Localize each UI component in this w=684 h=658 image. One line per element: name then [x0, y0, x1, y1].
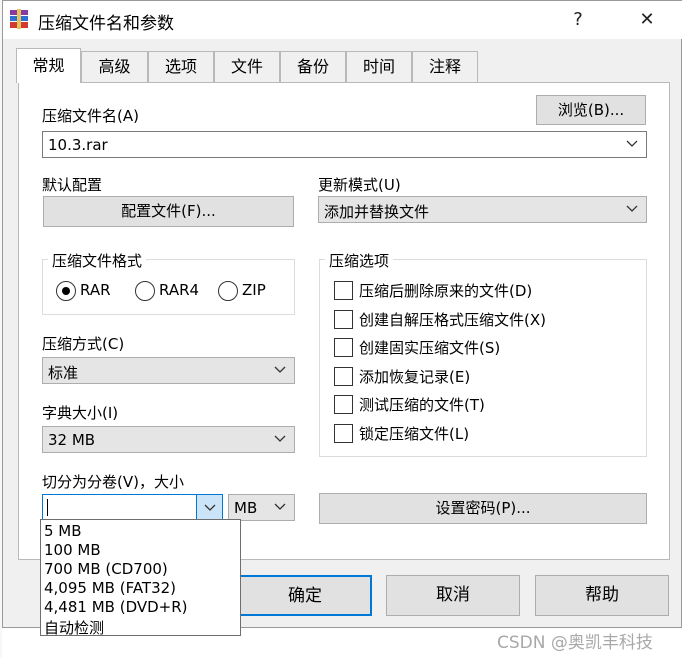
profiles-button[interactable]: 配置文件(F)... — [43, 196, 294, 227]
chevron-down-icon — [274, 366, 286, 373]
checkbox-solid-label[interactable]: 创建固实压缩文件(S) — [359, 337, 500, 358]
checkbox-solid[interactable] — [334, 338, 353, 357]
dropdown-option[interactable]: 700 MB (CD700) — [44, 560, 168, 578]
split-unit-select[interactable]: MB — [228, 494, 295, 521]
profile-label: 默认配置 — [42, 176, 103, 194]
update-mode-select[interactable]: 添加并替换文件 — [318, 196, 647, 223]
radio-rar-label[interactable]: RAR — [80, 281, 111, 299]
split-unit-value: MB — [234, 499, 258, 517]
ok-button[interactable]: 确定 — [238, 575, 372, 616]
tab-general[interactable]: 常规 — [16, 48, 81, 83]
dictionary-value: 32 MB — [48, 431, 96, 449]
watermark-text: CSDN @奥凯丰科技 — [497, 633, 653, 653]
checkbox-delete-after-label[interactable]: 压缩后删除原来的文件(D) — [359, 280, 532, 301]
checkbox-sfx[interactable] — [334, 310, 353, 329]
chevron-down-icon — [274, 435, 286, 442]
dropdown-option[interactable]: 4,481 MB (DVD+R) — [44, 598, 188, 616]
archive-name-combo[interactable]: 10.3.rar — [42, 131, 647, 158]
dictionary-label: 字典大小(I) — [42, 404, 119, 422]
checkbox-recovery[interactable] — [334, 367, 353, 386]
split-label: 切分为分卷(V)，大小 — [42, 473, 184, 491]
chevron-down-icon — [274, 503, 286, 510]
update-mode-value: 添加并替换文件 — [324, 203, 430, 221]
tab-files[interactable]: 文件 — [214, 51, 280, 82]
checkbox-delete-after[interactable] — [334, 281, 353, 300]
dropdown-option[interactable]: 100 MB — [44, 541, 101, 559]
checkbox-test-label[interactable]: 测试压缩的文件(T) — [359, 394, 485, 415]
split-size-combo[interactable] — [42, 494, 223, 521]
radio-rar[interactable] — [56, 281, 76, 301]
winrar-app-icon — [10, 9, 28, 29]
window-title: 压缩文件名和参数 — [38, 14, 174, 34]
checkbox-recovery-label[interactable]: 添加恢复记录(E) — [359, 366, 470, 387]
radio-rar4-label[interactable]: RAR4 — [159, 281, 199, 299]
dropdown-option[interactable]: 5 MB — [44, 522, 82, 540]
dictionary-select[interactable]: 32 MB — [42, 426, 295, 453]
title-bar: 压缩文件名和参数 ? ✕ — [3, 1, 683, 39]
radio-zip[interactable] — [218, 281, 238, 301]
cancel-button[interactable]: 取消 — [386, 575, 520, 616]
archive-name-value: 10.3.rar — [48, 136, 108, 154]
compression-options-group: 压缩选项 压缩后删除原来的文件(D) 创建自解压格式压缩文件(X) 创建固实压缩… — [319, 250, 647, 457]
general-tab-panel: 压缩文件名(A) 浏览(B)... 10.3.rar 默认配置 配置文件(F).… — [18, 82, 670, 560]
browse-button[interactable]: 浏览(B)... — [536, 95, 646, 125]
method-select[interactable]: 标准 — [42, 357, 295, 384]
help-title-button[interactable]: ? — [566, 7, 590, 33]
chevron-down-icon — [626, 205, 638, 212]
chevron-down-icon — [204, 504, 216, 511]
dropdown-option[interactable]: 自动检测 — [44, 617, 104, 638]
split-dropdown-toggle[interactable] — [196, 495, 222, 520]
tab-advanced[interactable]: 高级 — [81, 51, 148, 82]
archive-format-group: 压缩文件格式 RAR RAR4 ZIP — [42, 250, 295, 315]
checkbox-lock[interactable] — [334, 424, 353, 443]
tab-comment[interactable]: 注释 — [412, 51, 478, 82]
split-size-dropdown: 5 MB 100 MB 700 MB (CD700) 4,095 MB (FAT… — [40, 519, 241, 638]
tab-options[interactable]: 选项 — [148, 51, 214, 82]
set-password-button[interactable]: 设置密码(P)... — [319, 493, 647, 524]
tab-backup[interactable]: 备份 — [280, 51, 346, 82]
text-cursor — [47, 499, 48, 516]
update-mode-label: 更新模式(U) — [318, 176, 401, 194]
method-value: 标准 — [48, 364, 79, 382]
help-button[interactable]: 帮助 — [535, 575, 669, 616]
chevron-down-icon — [626, 140, 638, 147]
radio-rar4[interactable] — [135, 281, 155, 301]
tab-time[interactable]: 时间 — [346, 51, 412, 82]
archive-format-title: 压缩文件格式 — [48, 250, 147, 271]
compression-options-title: 压缩选项 — [325, 250, 394, 271]
close-button[interactable]: ✕ — [635, 7, 659, 33]
checkbox-lock-label[interactable]: 锁定压缩文件(L) — [359, 423, 469, 444]
method-label: 压缩方式(C) — [42, 335, 125, 353]
radio-zip-label[interactable]: ZIP — [242, 281, 266, 299]
checkbox-test[interactable] — [334, 395, 353, 414]
dropdown-option[interactable]: 4,095 MB (FAT32) — [44, 579, 176, 597]
archive-name-label: 压缩文件名(A) — [42, 107, 139, 125]
checkbox-sfx-label[interactable]: 创建自解压格式压缩文件(X) — [359, 309, 546, 330]
